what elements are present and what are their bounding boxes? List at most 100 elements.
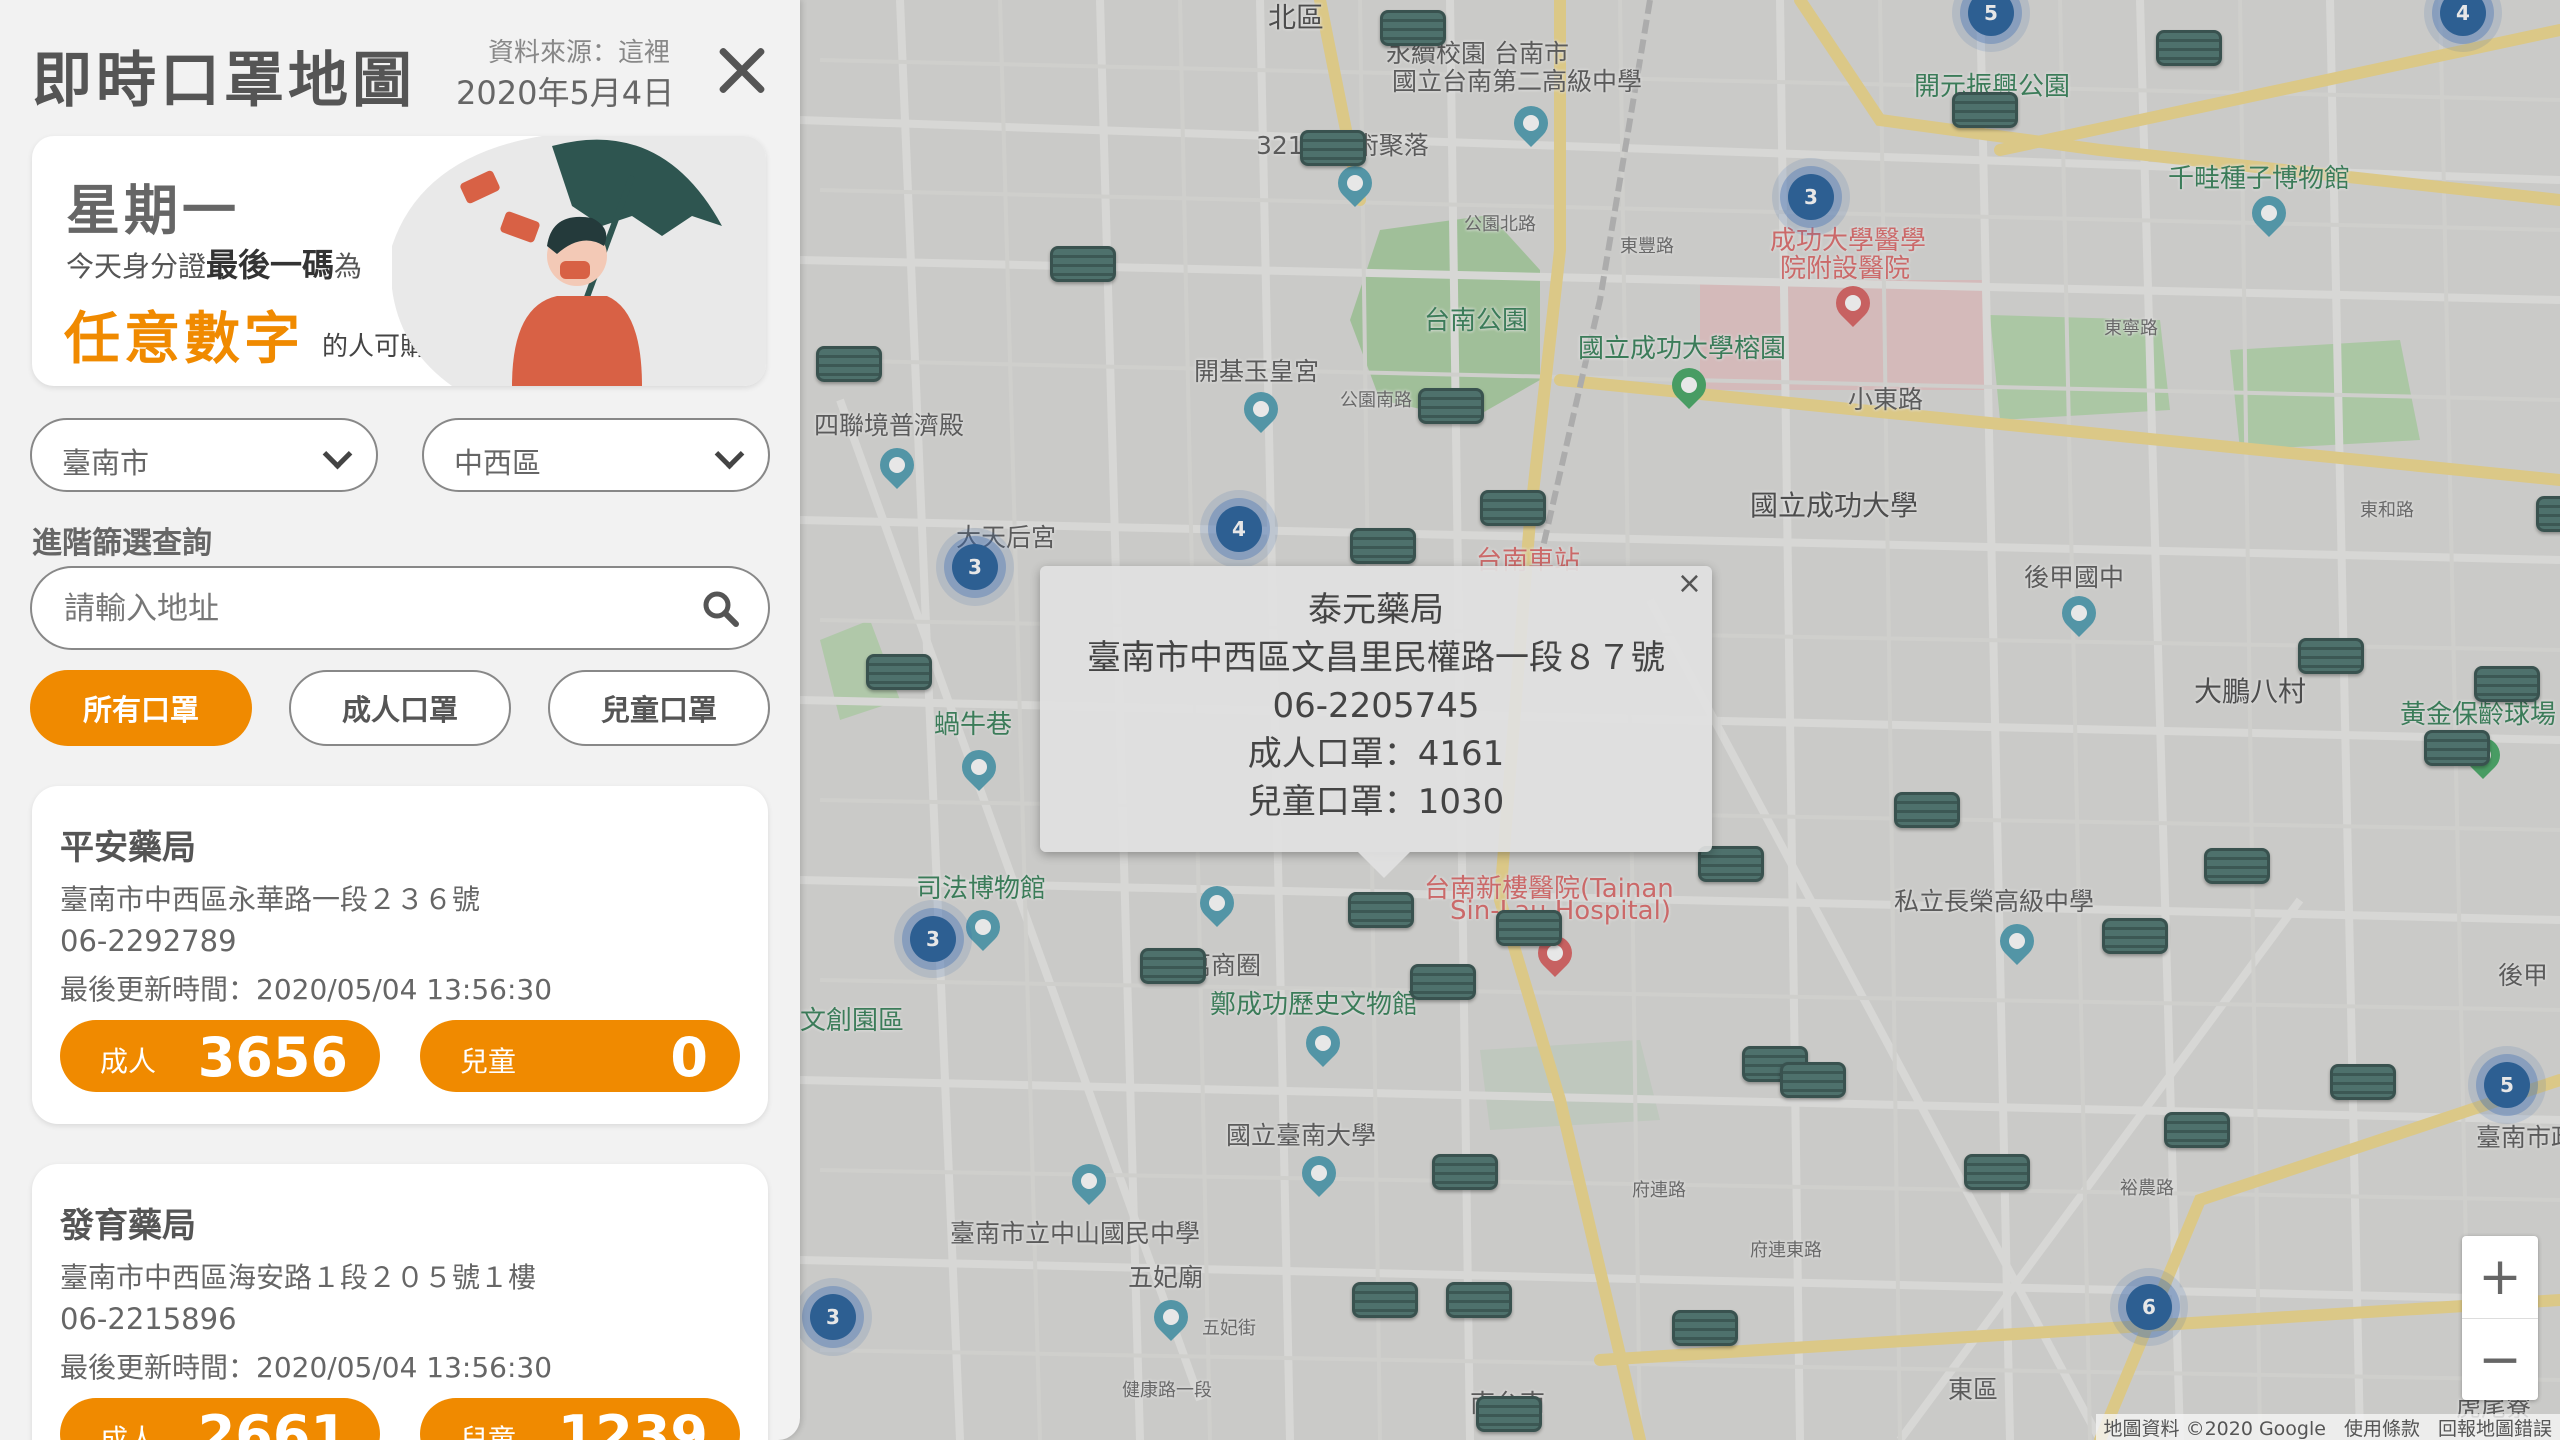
child-label: 兒童 [460, 1045, 517, 1078]
mask-marker[interactable] [1050, 246, 1116, 282]
close-panel-button[interactable] [712, 40, 772, 100]
child-mask-count: 兒童 1239 [420, 1398, 740, 1440]
pharmacy-updated-time: 最後更新時間：2020/05/04 13:56:30 [60, 1351, 553, 1384]
adult-count: 3656 [197, 1026, 348, 1089]
city-select[interactable]: 臺南市 [30, 418, 378, 492]
marker-cluster[interactable]: 3 [1788, 174, 1834, 220]
district-select-value: 中西區 [454, 446, 542, 480]
adult-mask-count: 成人 2661 [60, 1398, 380, 1440]
map-label: 國立臺南大學 [1226, 1121, 1377, 1150]
mask-marker[interactable] [1300, 130, 1366, 166]
zoom-control: + − [2462, 1236, 2538, 1400]
mask-marker[interactable] [866, 654, 932, 690]
mask-marker[interactable] [2204, 848, 2270, 884]
map-label: 東寧路 [2104, 318, 2158, 339]
mask-marker[interactable] [2102, 918, 2168, 954]
mask-marker[interactable] [1140, 948, 1206, 984]
marker-cluster[interactable]: 3 [952, 544, 998, 590]
mask-marker[interactable] [1446, 1282, 1512, 1318]
map-label: 五妃街 [1202, 1318, 1256, 1339]
mask-marker[interactable] [816, 346, 882, 382]
marker-cluster[interactable]: 4 [1216, 506, 1262, 552]
map-label: 北區 [1268, 1, 1325, 34]
adult-mask-count: 成人 3656 [60, 1020, 380, 1092]
app-title: 即時口罩地圖 [32, 46, 416, 116]
address-search-input[interactable] [62, 582, 686, 636]
zoom-in-button[interactable]: + [2462, 1236, 2538, 1318]
child-mask-count: 兒童 0 [420, 1020, 740, 1092]
filter-all-masks-button[interactable]: 所有口罩 [30, 670, 252, 746]
map-label: 公園南路 [1340, 390, 1412, 411]
mask-marker[interactable] [1894, 792, 1960, 828]
filter-child-masks-button[interactable]: 兒童口罩 [548, 670, 770, 746]
city-select-value: 臺南市 [62, 446, 150, 480]
popup-pharmacy-name: 泰元藥局 [1308, 590, 1444, 630]
map-label: 臺南市政 [2476, 1123, 2560, 1152]
marker-cluster[interactable]: 3 [810, 1294, 856, 1340]
pharmacy-address: 臺南市中西區永華路一段２３６號 [60, 883, 481, 916]
mask-marker[interactable] [1964, 1154, 2030, 1190]
map-label: 國立台南第二高級中學 [1392, 67, 1643, 96]
purchase-rule-banner: 星期一 今天身分證最後一碼為 任意數字 的人可購買! [32, 136, 766, 386]
terms-link[interactable]: 使用條款 [2344, 1414, 2420, 1440]
pharmacy-updated-time: 最後更新時間：2020/05/04 13:56:30 [60, 973, 553, 1006]
mask-marker[interactable] [2164, 1112, 2230, 1148]
popup-address: 臺南市中西區文昌里民權路一段８７號 [1087, 638, 1665, 678]
attribution-text: 地圖資料 ©2020 Google [2103, 1417, 2326, 1440]
pharmacy-address: 臺南市中西區海安路１段２０５號１樓 [60, 1261, 537, 1294]
rule-suffix: 為 [334, 250, 363, 283]
map-label: 小東路 [1848, 385, 1924, 414]
mask-marker[interactable] [1432, 1154, 1498, 1190]
chevron-down-icon [714, 439, 745, 470]
mask-marker[interactable] [1380, 10, 1446, 46]
marker-cluster[interactable]: 5 [2484, 1062, 2530, 1108]
marker-cluster[interactable]: 6 [2126, 1284, 2172, 1330]
mask-marker[interactable] [2298, 638, 2364, 674]
weekday-label: 星期一 [66, 179, 240, 242]
rule-prefix: 今天身分證 [66, 250, 207, 283]
mask-marker[interactable] [1418, 388, 1484, 424]
rule-text: 今天身分證最後一碼為 [66, 240, 362, 286]
pharmacy-card[interactable]: 發育藥局 臺南市中西區海安路１段２０５號１樓 06-2215896 最後更新時間… [32, 1164, 768, 1440]
mask-marker[interactable] [2330, 1064, 2396, 1100]
pharmacy-name: 平安藥局 [60, 828, 196, 868]
mask-marker[interactable] [1480, 490, 1546, 526]
map-label: 文創園區 [800, 1006, 905, 1036]
map-label: 千畦種子博物館 [2168, 164, 2351, 194]
map-label: 東豐路 [1620, 236, 1674, 257]
district-select[interactable]: 中西區 [422, 418, 770, 492]
popup-close-button[interactable]: × [1677, 566, 1702, 602]
map-label: 健康路一段 [1122, 1380, 1212, 1401]
map-label: 司法博物館 [916, 874, 1047, 904]
advanced-filter-label: 進階篩選查詢 [32, 526, 212, 561]
mask-marker[interactable] [1352, 1282, 1418, 1318]
data-source-link[interactable]: 資料來源：這裡 [488, 32, 670, 69]
mask-marker[interactable] [2156, 30, 2222, 66]
search-icon[interactable] [702, 590, 740, 628]
rule-bold: 最後一碼 [206, 246, 335, 284]
pharmacy-name: 發育藥局 [60, 1206, 196, 1246]
mask-marker[interactable] [1350, 528, 1416, 564]
mask-marker[interactable] [1780, 1062, 1846, 1098]
mask-marker[interactable] [1348, 892, 1414, 928]
mask-marker[interactable] [1410, 964, 1476, 1000]
mask-marker[interactable] [2424, 730, 2490, 766]
pharmacy-card[interactable]: 平安藥局 臺南市中西區永華路一段２３６號 06-2292789 最後更新時間：2… [32, 786, 768, 1124]
report-error-link[interactable]: 回報地圖錯誤 [2438, 1414, 2552, 1440]
mask-marker[interactable] [1476, 1396, 1542, 1432]
popup-phone: 06-2205745 [1272, 686, 1480, 726]
address-search-box [30, 566, 770, 650]
chevron-down-icon [322, 439, 353, 470]
mask-marker[interactable] [1672, 1310, 1738, 1346]
filter-adult-masks-button[interactable]: 成人口罩 [289, 670, 511, 746]
map-label: 大鵬八村 [2194, 675, 2307, 708]
marker-cluster[interactable]: 3 [910, 916, 956, 962]
map-label: 開基玉皇宮 [1194, 357, 1320, 386]
mask-marker[interactable] [2474, 666, 2540, 702]
mask-marker[interactable] [2536, 496, 2560, 532]
pharmacy-phone: 06-2292789 [60, 924, 237, 958]
mask-marker[interactable] [1952, 92, 2018, 128]
map-label: 府連路 [1632, 1180, 1686, 1201]
zoom-out-button[interactable]: − [2462, 1318, 2538, 1401]
mask-marker[interactable] [1496, 910, 1562, 946]
